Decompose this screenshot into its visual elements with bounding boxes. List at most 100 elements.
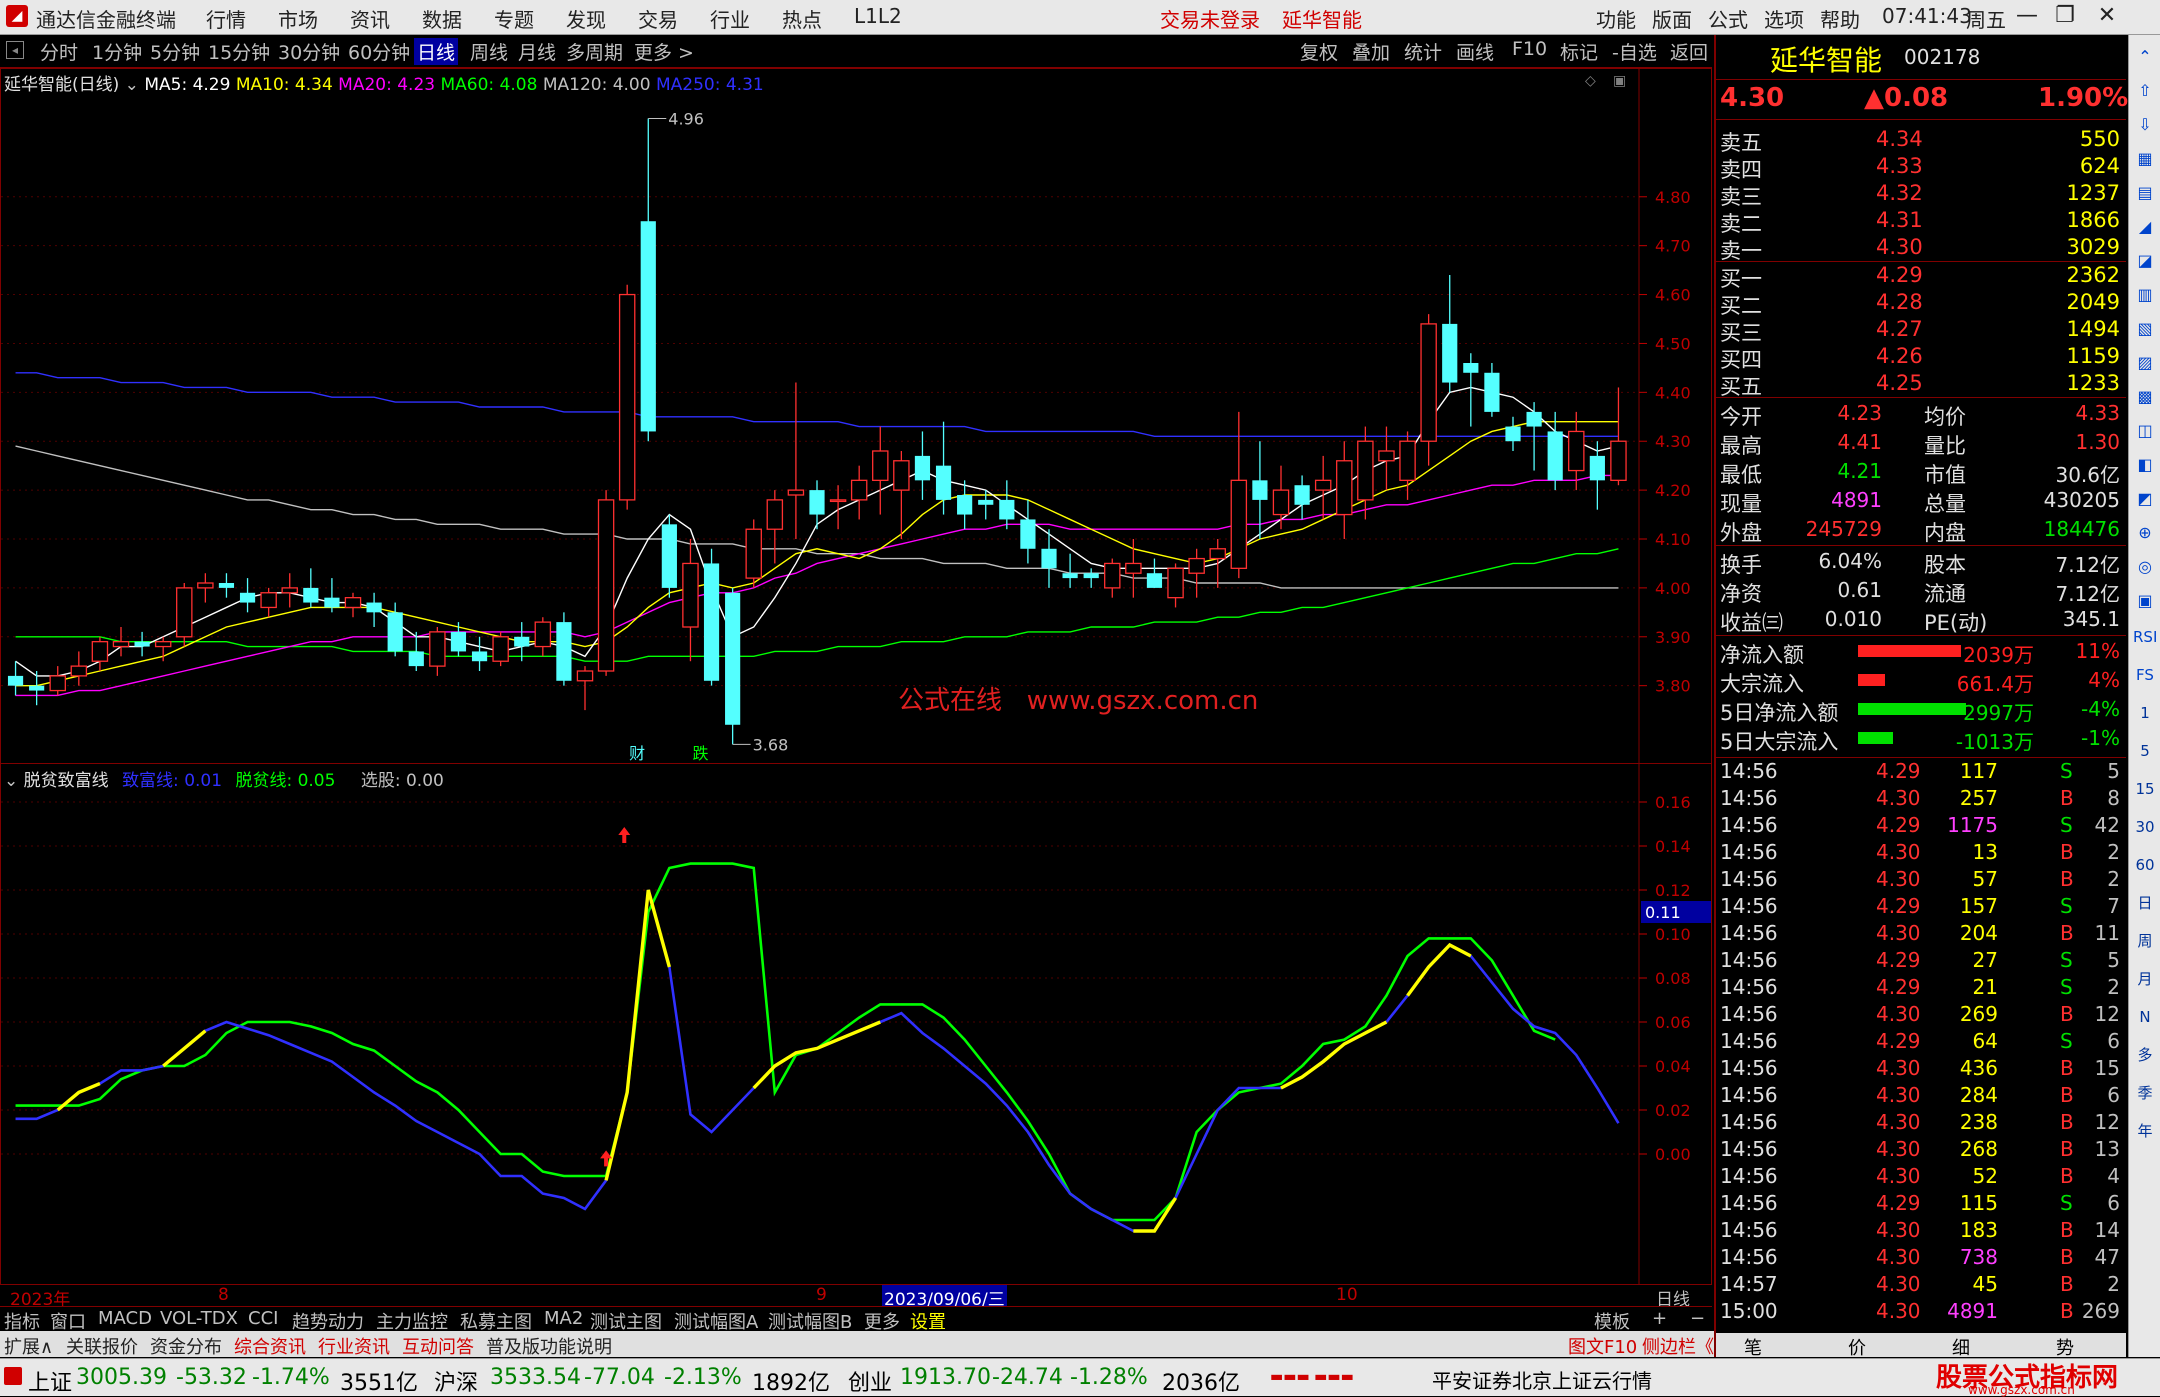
- btn-mark[interactable]: 标记: [1560, 38, 1598, 65]
- menu-item-layout[interactable]: 版面: [1652, 4, 1692, 33]
- side-shortcut-13[interactable]: 年: [2133, 1119, 2157, 1143]
- btn-overlay[interactable]: 叠加: [1352, 38, 1390, 65]
- side-shortcut-10[interactable]: N: [2133, 1005, 2157, 1029]
- add-icon[interactable]: ⊕: [2133, 521, 2157, 545]
- side-shortcut-11[interactable]: 多: [2133, 1043, 2157, 1067]
- menu-item-quotes[interactable]: 行情: [206, 4, 246, 33]
- tab-related-quotes[interactable]: 关联报价: [66, 1333, 138, 1359]
- panel-icon[interactable]: ◧: [2133, 453, 2157, 477]
- side-shortcut-12[interactable]: 季: [2133, 1081, 2157, 1105]
- page-up-icon[interactable]: ⇧: [2133, 79, 2157, 103]
- period-tab-15min[interactable]: 15分钟: [208, 38, 270, 65]
- btn-f10[interactable]: F10: [1512, 38, 1547, 60]
- kline-icon[interactable]: ▩: [2133, 385, 2157, 409]
- side-shortcut-6[interactable]: 60: [2133, 853, 2157, 877]
- tab-f10-graphic[interactable]: 图文F10: [1568, 1333, 1637, 1359]
- period-tab-1min[interactable]: 1分钟: [92, 38, 142, 65]
- side-shortcut-4[interactable]: 15: [2133, 777, 2157, 801]
- btn-back[interactable]: 返回: [1670, 38, 1708, 65]
- menu-item-topics[interactable]: 专题: [494, 4, 534, 33]
- tab-vol-tdx[interactable]: VOL-TDX: [160, 1308, 238, 1329]
- index-hs-name[interactable]: 沪深: [434, 1365, 478, 1397]
- layout-icon[interactable]: ▧: [2133, 317, 2157, 341]
- candle-body: [618, 293, 636, 501]
- main-chart-pane[interactable]: 4.80 4.70 4.60 4.50 4.40 4.30 4.20 4.10 4.00 3.90…: [0, 68, 1712, 764]
- quote-tab-trend[interactable]: 势: [2056, 1334, 2074, 1360]
- zhifu-rising-segment: [162, 1029, 207, 1068]
- btn-add-watchlist[interactable]: -自选: [1612, 38, 1657, 65]
- btn-stats[interactable]: 统计: [1404, 38, 1442, 65]
- indicator-pane[interactable]: 0.16 0.14 0.12 0.10 0.08 0.06 0.04 0.02 0.00 0.11: [0, 763, 1712, 1285]
- menu-item-hot[interactable]: 热点: [782, 4, 822, 33]
- menu-item-function[interactable]: 功能: [1596, 4, 1636, 33]
- close-icon[interactable]: ✕: [2090, 3, 2124, 29]
- candlestick-chart[interactable]: 4.80 4.70 4.60 4.50 4.40 4.30 4.20 4.10 4.00 3.90…: [1, 69, 1711, 763]
- menu-item-news[interactable]: 资讯: [350, 4, 390, 33]
- menu-item-help[interactable]: 帮助: [1820, 4, 1860, 33]
- tab-ma2[interactable]: MA2: [544, 1308, 583, 1329]
- tab-macd[interactable]: MACD: [98, 1308, 152, 1329]
- quote-tab-detail[interactable]: 细: [1952, 1334, 1970, 1360]
- legend-toggle-icon[interactable]: ⌄: [125, 75, 139, 95]
- period-tab-monthly[interactable]: 月线: [518, 38, 556, 65]
- btn-adjust[interactable]: 复权: [1300, 38, 1338, 65]
- btn-draw[interactable]: 画线: [1456, 38, 1494, 65]
- expand-up-icon[interactable]: ⌃: [2133, 45, 2157, 69]
- tab-expand[interactable]: 扩展∧: [4, 1333, 53, 1359]
- tab-cci[interactable]: CCI: [248, 1308, 278, 1329]
- tab-fund-distribution[interactable]: 资金分布: [150, 1333, 222, 1359]
- menu-item-discover[interactable]: 发现: [566, 4, 606, 33]
- index-cy-name[interactable]: 创业: [848, 1365, 892, 1397]
- period-tab-more[interactable]: 更多 >: [634, 38, 694, 65]
- side-shortcut-2[interactable]: 1: [2133, 701, 2157, 725]
- restore-icon[interactable]: ❐: [2048, 3, 2082, 29]
- target-icon[interactable]: ◎: [2133, 555, 2157, 579]
- f10-icon[interactable]: ▨: [2133, 351, 2157, 375]
- side-shortcut-9[interactable]: 月: [2133, 967, 2157, 991]
- side-shortcut-8[interactable]: 周: [2133, 929, 2157, 953]
- quote-tab-trades[interactable]: 笔: [1744, 1334, 1762, 1360]
- tab-industry-news[interactable]: 行业资讯: [318, 1333, 390, 1359]
- side-shortcut-0[interactable]: RSI: [2133, 625, 2157, 649]
- minimize-icon[interactable]: —: [2010, 3, 2044, 29]
- grid-icon[interactable]: ▦: [2133, 147, 2157, 171]
- menu-item-trade[interactable]: 交易: [638, 4, 678, 33]
- side-shortcut-7[interactable]: 日: [2133, 891, 2157, 915]
- menu-item-market[interactable]: 市场: [278, 4, 318, 33]
- side-shortcut-3[interactable]: 5: [2133, 739, 2157, 763]
- indicator-chart[interactable]: 0.16 0.14 0.12 0.10 0.08 0.06 0.04 0.02 0.00 0.11: [1, 764, 1711, 1284]
- menu-item-formula[interactable]: 公式: [1708, 4, 1748, 33]
- tab-remove[interactable]: −: [1690, 1308, 1705, 1329]
- page-down-icon[interactable]: ⇩: [2133, 113, 2157, 137]
- menu-item-industry[interactable]: 行业: [710, 4, 750, 33]
- list-icon[interactable]: ▤: [2133, 181, 2157, 205]
- period-tab-timeshare[interactable]: 分时: [40, 38, 78, 65]
- quote-tab-price[interactable]: 价: [1848, 1334, 1866, 1360]
- split-icon[interactable]: ◩: [2133, 487, 2157, 511]
- table-icon[interactable]: ▥: [2133, 283, 2157, 307]
- tab-qa[interactable]: 互动问答: [402, 1333, 474, 1359]
- period-tab-multi[interactable]: 多周期: [566, 38, 623, 65]
- tab-guide[interactable]: 普及版功能说明: [486, 1333, 612, 1359]
- chart-icon[interactable]: ◢: [2133, 215, 2157, 239]
- doc-icon[interactable]: ◫: [2133, 419, 2157, 443]
- menu-item-data[interactable]: 数据: [422, 4, 462, 33]
- period-tab-daily[interactable]: 日线: [414, 38, 459, 65]
- candle-icon[interactable]: ◪: [2133, 249, 2157, 273]
- indicator-toggle-icon[interactable]: ⌄: [4, 771, 18, 791]
- tab-sidebar[interactable]: 侧边栏《: [1642, 1333, 1714, 1359]
- tab-general-news[interactable]: 综合资讯: [234, 1333, 306, 1359]
- period-tab-weekly[interactable]: 周线: [470, 38, 508, 65]
- box-icon[interactable]: ▣: [2133, 589, 2157, 613]
- side-shortcut-5[interactable]: 30: [2133, 815, 2157, 839]
- period-tab-30min[interactable]: 30分钟: [278, 38, 340, 65]
- menu-item-l1l2[interactable]: L1L2: [854, 4, 902, 28]
- period-tab-60min[interactable]: 60分钟: [348, 38, 410, 65]
- index-sh-name[interactable]: 上证: [28, 1365, 72, 1397]
- menu-item-options[interactable]: 选项: [1764, 4, 1804, 33]
- login-status[interactable]: 交易未登录: [1160, 4, 1260, 33]
- collapse-icon[interactable]: ◂: [6, 41, 24, 59]
- period-tab-5min[interactable]: 5分钟: [150, 38, 200, 65]
- side-shortcut-1[interactable]: FS: [2133, 663, 2157, 687]
- tab-add[interactable]: +: [1652, 1308, 1667, 1329]
